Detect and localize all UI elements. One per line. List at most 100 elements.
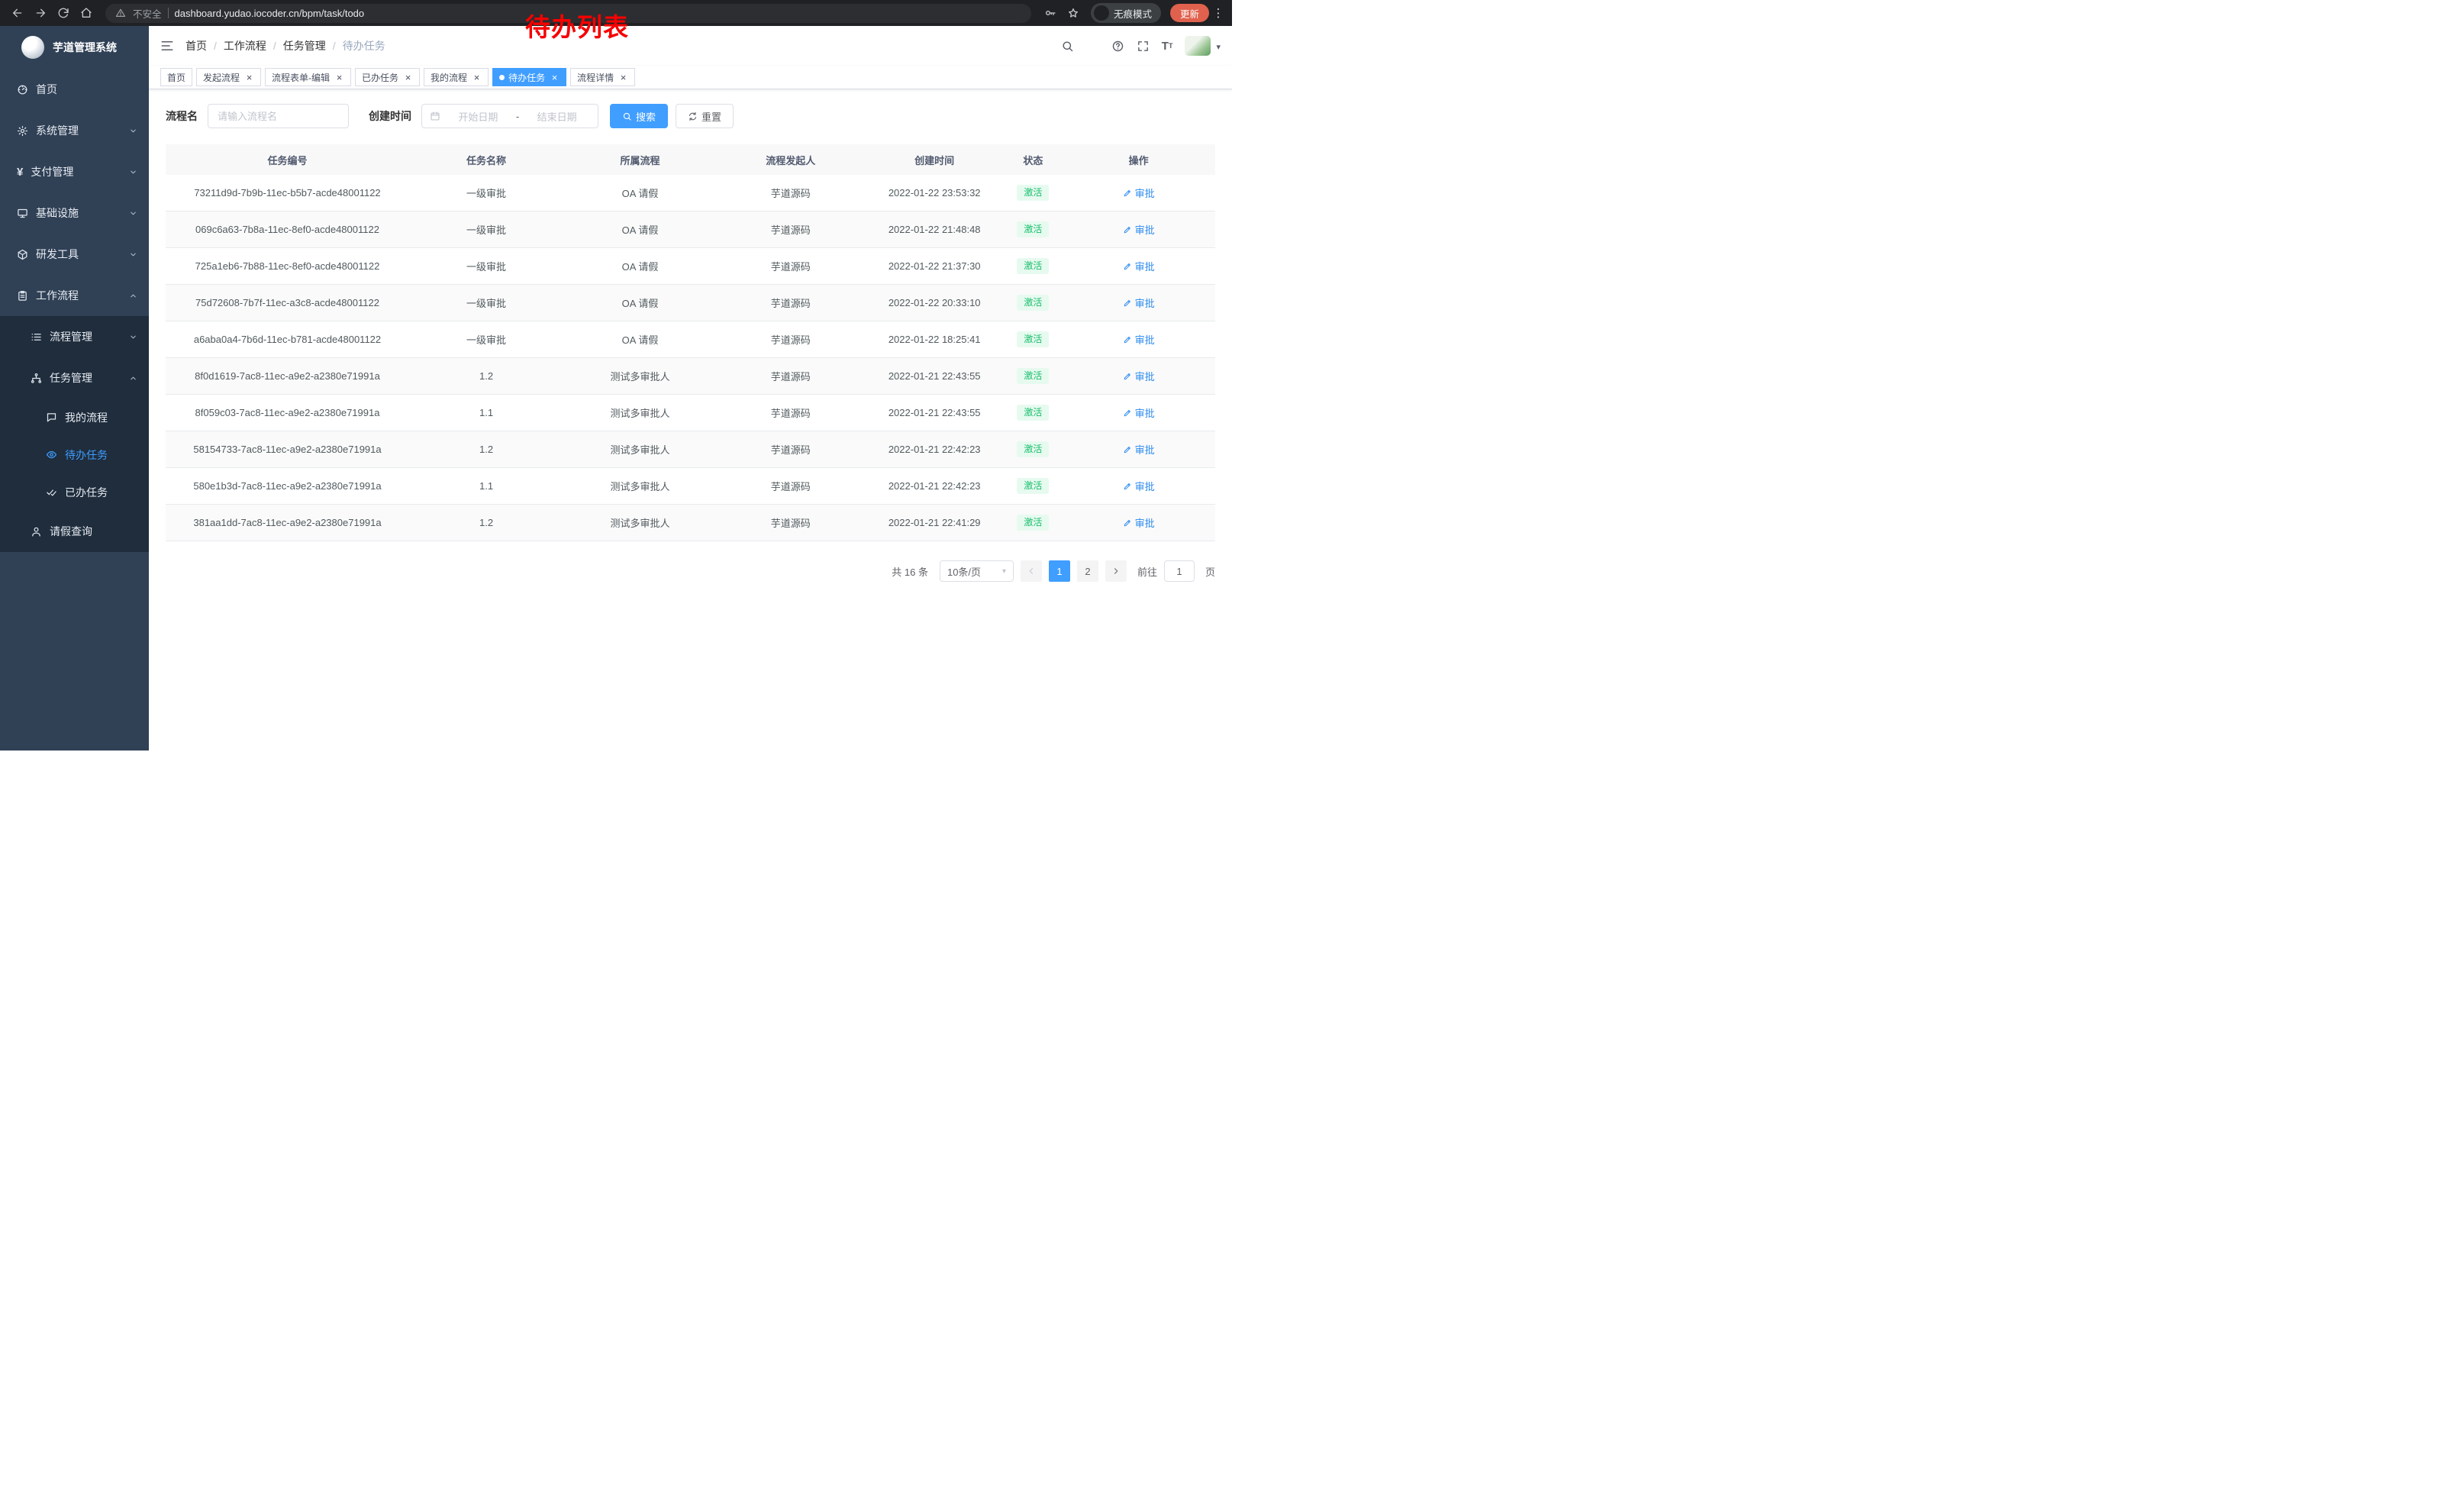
cell-created: 2022-01-21 22:42:23 [865, 480, 1005, 492]
search-button[interactable]: 搜索 [610, 104, 668, 128]
cell-process: 测试多审批人 [563, 369, 717, 383]
approve-link[interactable]: 审批 [1123, 442, 1155, 457]
sidebar-item-label: 流程管理 [50, 329, 92, 344]
date-range-picker[interactable]: 开始日期 - 结束日期 [421, 104, 598, 128]
tab-item[interactable]: 我的流程× [424, 68, 489, 86]
status-badge: 激活 [1017, 221, 1049, 237]
hamburger-icon[interactable] [160, 39, 174, 53]
reload-icon[interactable] [53, 3, 73, 23]
sidebar-item-label: 研发工具 [36, 247, 79, 262]
tab-item[interactable]: 首页 [160, 68, 192, 86]
sidebar-item[interactable]: 系统管理 [0, 110, 149, 151]
column-header: 操作 [1062, 153, 1215, 167]
cell-task-id: 73211d9d-7b9b-11ec-b5b7-acde48001122 [166, 187, 409, 199]
close-icon[interactable]: × [244, 73, 254, 82]
key-icon[interactable] [1040, 3, 1060, 23]
process-name-input[interactable] [208, 104, 349, 128]
reset-button[interactable]: 重置 [676, 104, 734, 128]
cell-initiator: 芋道源码 [717, 369, 865, 383]
main-area: 首页/工作流程/任务管理/待办任务 TT ▾ 首页发起流程×流程表单-编辑×已办… [149, 26, 1232, 750]
star-icon[interactable] [1063, 3, 1083, 23]
edit-icon [1123, 299, 1132, 308]
sidebar-item[interactable]: 请假查询 [0, 511, 149, 552]
approve-link[interactable]: 审批 [1123, 369, 1155, 383]
goto-page-input[interactable] [1164, 560, 1195, 582]
tab-item[interactable]: 流程表单-编辑 × [265, 68, 351, 86]
breadcrumb-item[interactable]: 首页 [185, 38, 207, 53]
cell-initiator: 芋道源码 [717, 295, 865, 310]
page-button[interactable]: 1 [1049, 560, 1070, 582]
approve-link[interactable]: 审批 [1123, 405, 1155, 420]
page-size-select[interactable]: 10条/页 ▾ [940, 560, 1014, 582]
fontsize-icon[interactable]: TT [1162, 40, 1173, 52]
sidebar-item[interactable]: ¥支付管理 [0, 151, 149, 192]
cell-initiator: 芋道源码 [717, 515, 865, 530]
cell-status: 激活 [1005, 258, 1063, 273]
menu-dots-icon[interactable]: ⋮ [1212, 3, 1224, 23]
approve-link[interactable]: 审批 [1123, 479, 1155, 493]
breadcrumb-item[interactable]: 任务管理 [283, 38, 326, 53]
sidebar-item[interactable]: 任务管理 [0, 357, 149, 399]
prev-page-button[interactable] [1021, 560, 1042, 582]
home-icon[interactable] [76, 3, 96, 23]
sidebar-item[interactable]: 首页 [0, 69, 149, 110]
close-icon[interactable]: × [334, 73, 344, 82]
help-icon[interactable] [1111, 40, 1124, 53]
approve-link[interactable]: 审批 [1123, 332, 1155, 347]
table-row: a6aba0a4-7b6d-11ec-b781-acde48001122一级审批… [166, 321, 1215, 358]
sidebar-item[interactable]: 已办任务 [0, 473, 149, 511]
app-logo[interactable]: 芋道管理系统 [0, 26, 149, 69]
column-header: 状态 [1005, 153, 1063, 167]
sidebar-item[interactable]: 研发工具 [0, 234, 149, 275]
sidebar-item[interactable]: 工作流程 [0, 275, 149, 316]
approve-link[interactable]: 审批 [1123, 222, 1155, 237]
search-icon[interactable] [1061, 40, 1074, 53]
fullscreen-icon[interactable] [1137, 40, 1150, 53]
close-icon[interactable]: × [472, 73, 482, 82]
next-page-button[interactable] [1105, 560, 1127, 582]
cell-task-name: 一级审批 [409, 222, 563, 237]
sidebar-item[interactable]: 待办任务 [0, 436, 149, 473]
incognito-icon [1094, 5, 1109, 21]
cell-task-id: 58154733-7ac8-11ec-a9e2-a2380e71991a [166, 444, 409, 455]
gear-icon [17, 125, 28, 137]
tab-label: 流程表单-编辑 [272, 71, 330, 84]
tab-label: 发起流程 [203, 71, 240, 84]
tab-item[interactable]: 待办任务× [492, 68, 566, 86]
forward-icon[interactable] [31, 3, 50, 23]
page-button[interactable]: 2 [1077, 560, 1098, 582]
status-badge: 激活 [1017, 441, 1049, 457]
status-badge: 激活 [1017, 185, 1049, 200]
approve-link[interactable]: 审批 [1123, 295, 1155, 310]
approve-link[interactable]: 审批 [1123, 259, 1155, 273]
close-icon[interactable]: × [403, 73, 413, 82]
avatar[interactable] [1185, 36, 1211, 56]
sidebar-item[interactable]: 我的流程 [0, 399, 149, 436]
approve-link[interactable]: 审批 [1123, 186, 1155, 200]
edit-icon [1123, 335, 1132, 344]
chevron-down-icon [129, 168, 137, 176]
address-bar[interactable]: 不安全 dashboard.yudao.iocoder.cn/bpm/task/… [105, 4, 1031, 23]
cell-actions: 审批 [1062, 479, 1215, 493]
close-icon[interactable]: × [550, 73, 560, 82]
github-icon[interactable] [1086, 40, 1099, 53]
tab-item[interactable]: 发起流程 × [196, 68, 261, 86]
edit-icon [1123, 482, 1132, 491]
tab-item[interactable]: 已办任务× [355, 68, 420, 86]
cell-status: 激活 [1005, 368, 1063, 383]
cell-created: 2022-01-22 18:25:41 [865, 334, 1005, 345]
pagination: 共 16 条 10条/页 ▾ 12 前往 页 [166, 560, 1215, 582]
breadcrumb-item[interactable]: 工作流程 [224, 38, 266, 53]
back-icon[interactable] [8, 3, 27, 23]
sidebar-item[interactable]: 流程管理 [0, 316, 149, 357]
update-button[interactable]: 更新 [1170, 4, 1209, 22]
cell-actions: 审批 [1062, 186, 1215, 200]
edit-icon [1123, 189, 1132, 198]
sidebar-item[interactable]: 基础设施 [0, 192, 149, 234]
table-row: 75d72608-7b7f-11ec-a3c8-acde48001122一级审批… [166, 285, 1215, 321]
approve-link[interactable]: 审批 [1123, 515, 1155, 530]
cell-process: 测试多审批人 [563, 442, 717, 457]
tab-item[interactable]: 流程详情× [570, 68, 635, 86]
close-icon[interactable]: × [618, 73, 628, 82]
workflow-icon [17, 290, 28, 302]
